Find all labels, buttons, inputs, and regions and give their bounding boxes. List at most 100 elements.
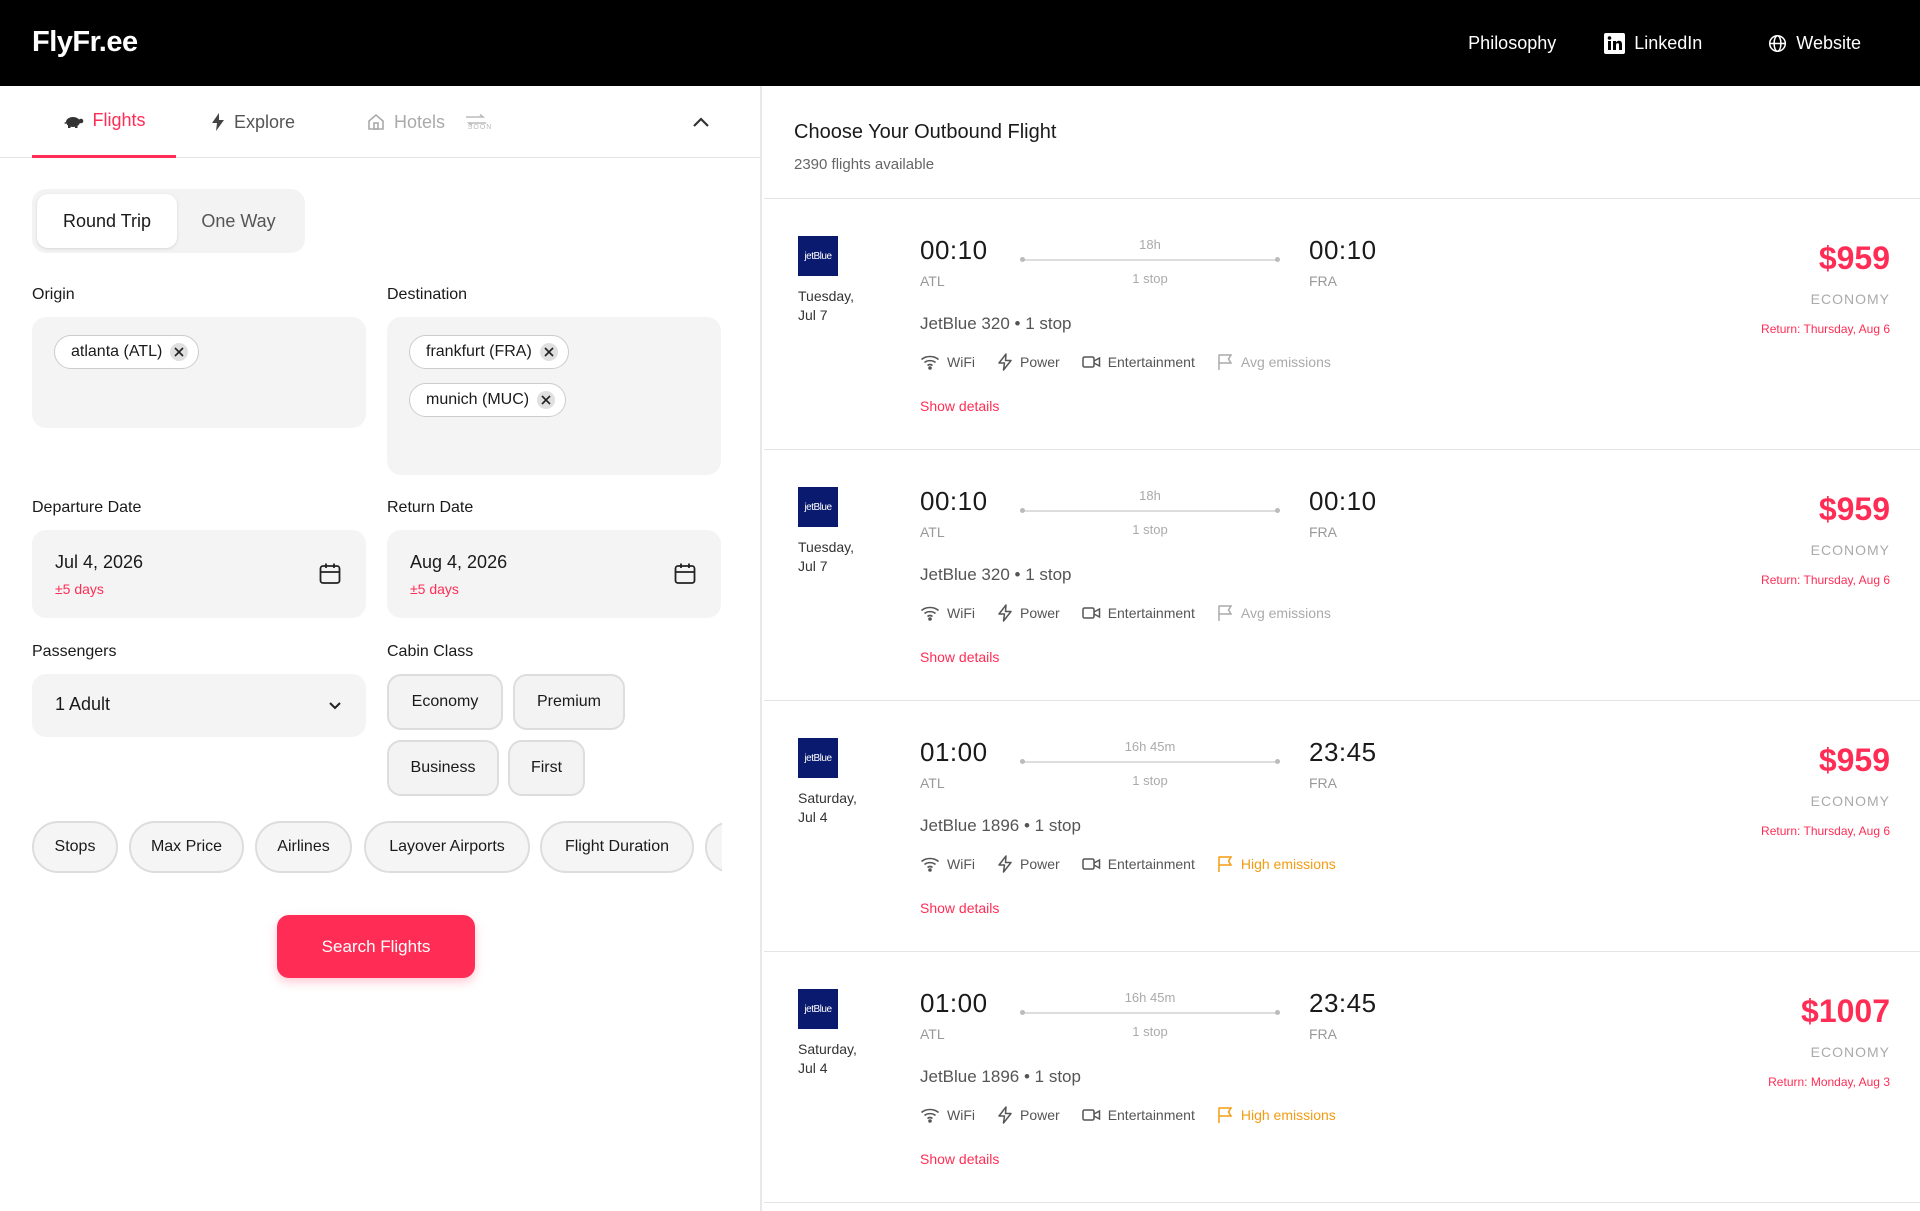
flight-card[interactable]: jetBlue Tuesday, Jul 7 00:10 ATL 18h 1 st… xyxy=(764,450,1920,701)
search-flights-button[interactable]: Search Flights xyxy=(277,915,475,978)
departure-date-value: Jul 4, 2026 xyxy=(55,552,144,572)
route-line xyxy=(1020,1010,1280,1015)
tab-explore-label: Explore xyxy=(234,111,296,132)
filter-more-button[interactable] xyxy=(705,821,722,873)
lightning-icon xyxy=(212,113,224,131)
destination-chip: frankfurt (FRA) xyxy=(409,335,569,369)
flight-number: JetBlue 1896 • 1 stop xyxy=(920,816,1081,835)
cabin-business-button[interactable]: Business xyxy=(387,740,499,796)
show-details-link[interactable]: Show details xyxy=(920,398,999,414)
airline-logo: jetBlue xyxy=(798,236,838,276)
return-date-field[interactable]: Aug 4, 2026 ±5 days xyxy=(387,530,721,618)
nav-linkedin-label: LinkedIn xyxy=(1634,32,1703,53)
stops-count: 1 stop xyxy=(1132,773,1168,788)
filter-flight-duration-button[interactable]: Flight Duration xyxy=(540,821,694,873)
return-date-flex: ±5 days xyxy=(410,581,459,597)
departure-date-label: Departure Date xyxy=(32,499,142,516)
arrival-time: 23:45 xyxy=(1309,737,1377,767)
lightning-icon xyxy=(998,1106,1012,1124)
cabin-class-label: ECONOMY xyxy=(1810,542,1890,558)
filter-layover-airports-button[interactable]: Layover Airports xyxy=(364,821,530,873)
filter-airlines-button[interactable]: Airlines xyxy=(255,821,352,873)
departure-date-field[interactable]: Jul 4, 2026 ±5 days xyxy=(32,530,366,618)
flight-price: $959 xyxy=(1818,240,1890,276)
destination-chip-label: frankfurt (FRA) xyxy=(426,343,532,360)
amenity-entertainment: Entertainment xyxy=(1081,605,1195,621)
cabin-economy-button[interactable]: Economy xyxy=(387,674,503,730)
nav-website-label: Website xyxy=(1796,32,1861,53)
globe-icon xyxy=(1769,34,1787,52)
route-line xyxy=(1020,257,1280,262)
results-count: 2390 flights available xyxy=(794,156,935,173)
departure-time: 00:10 xyxy=(920,235,988,265)
flag-icon xyxy=(1218,354,1233,370)
departure-time: 01:00 xyxy=(920,737,988,767)
collapse-chevron-up-icon[interactable] xyxy=(688,109,714,135)
one-way-button[interactable]: One Way xyxy=(177,194,300,248)
remove-chip-close-icon[interactable] xyxy=(537,391,556,409)
calendar-icon[interactable] xyxy=(318,562,342,586)
cabin-premium-button[interactable]: Premium xyxy=(513,674,625,730)
filter-stops-button[interactable]: Stops xyxy=(32,821,118,873)
flight-date: Saturday, Jul 4 xyxy=(798,1041,857,1076)
destination-field[interactable]: frankfurt (FRA) munich (MUC) xyxy=(387,317,721,475)
lightning-icon xyxy=(998,855,1012,873)
passengers-value: 1 Adult xyxy=(55,694,111,714)
cabin-class-label: Cabin Class xyxy=(387,643,474,660)
remove-chip-close-icon[interactable] xyxy=(539,343,558,361)
top-header: FlyFr.ee Philosophy LinkedIn Website xyxy=(0,0,1920,86)
flight-duration: 16h 45m xyxy=(1124,739,1176,754)
arrival-airport: FRA xyxy=(1309,1026,1337,1042)
nav-linkedin-link[interactable]: LinkedIn xyxy=(1604,32,1703,54)
calendar-icon[interactable] xyxy=(673,562,697,586)
airline-logo: jetBlue xyxy=(798,989,838,1029)
passengers-select[interactable]: 1 Adult xyxy=(32,674,366,737)
route-line xyxy=(1020,759,1280,764)
flight-card[interactable]: jetBlue Saturday, Jul 4 01:00 ATL 16h 45m… xyxy=(764,701,1920,952)
wifi-icon xyxy=(920,355,940,370)
flight-number: JetBlue 1896 • 1 stop xyxy=(920,1067,1081,1086)
emissions-indicator: Avg emissions xyxy=(1217,353,1331,371)
filter-max-price-button[interactable]: Max Price xyxy=(129,821,244,873)
app-logo[interactable]: FlyFr.ee xyxy=(32,26,138,59)
stops-count: 1 stop xyxy=(1132,271,1168,286)
passengers-label: Passengers xyxy=(32,643,117,660)
flight-date: Tuesday, Jul 7 xyxy=(798,539,855,574)
arrival-time: 00:10 xyxy=(1309,235,1377,265)
video-camera-icon xyxy=(1081,858,1100,870)
flight-date: Tuesday, Jul 7 xyxy=(798,288,855,323)
flight-duration: 16h 45m xyxy=(1124,990,1176,1005)
emissions-indicator: Avg emissions xyxy=(1217,604,1331,622)
origin-field[interactable]: atlanta (ATL) xyxy=(32,317,366,428)
departure-airport: ATL xyxy=(920,775,945,791)
search-tabs: Flights Explore Hotels SOON xyxy=(0,86,760,158)
tab-flights[interactable]: Flights xyxy=(32,86,176,158)
show-details-link[interactable]: Show details xyxy=(920,1151,999,1167)
lightning-icon xyxy=(998,353,1012,371)
stops-count: 1 stop xyxy=(1132,1024,1168,1039)
amenities-row: WiFi Power Entertainment High emissions xyxy=(920,855,1358,873)
remove-chip-close-icon[interactable] xyxy=(170,343,189,361)
flight-number: JetBlue 320 • 1 stop xyxy=(920,314,1072,333)
amenity-power: Power xyxy=(997,353,1060,371)
flag-icon xyxy=(1218,1107,1233,1123)
return-date-label: Return Date xyxy=(387,499,474,516)
cabin-first-button[interactable]: First xyxy=(508,740,585,796)
show-details-link[interactable]: Show details xyxy=(920,900,999,916)
origin-label: Origin xyxy=(32,286,75,303)
tab-explore[interactable]: Explore xyxy=(210,86,295,158)
flight-card[interactable]: jetBlue Saturday, Jul 4 01:00 ATL 16h 45m… xyxy=(764,952,1920,1203)
home-icon xyxy=(368,113,384,130)
results-title: Choose Your Outbound Flight xyxy=(794,121,1057,143)
nav-website-link[interactable]: Website xyxy=(1768,33,1861,54)
tab-flights-label: Flights xyxy=(92,110,146,130)
video-camera-icon xyxy=(1081,1109,1100,1121)
header-nav: Philosophy LinkedIn Website xyxy=(1468,0,1861,86)
nav-philosophy-link[interactable]: Philosophy xyxy=(1468,33,1556,54)
destination-chip-label: munich (MUC) xyxy=(426,391,530,408)
amenities-row: WiFi Power Entertainment High emissions xyxy=(920,1106,1358,1124)
flight-card[interactable]: jetBlue Tuesday, Jul 7 00:10 ATL 18h 1 st… xyxy=(764,199,1920,450)
show-details-link[interactable]: Show details xyxy=(920,649,999,665)
cabin-class-label: ECONOMY xyxy=(1810,291,1890,307)
round-trip-button[interactable]: Round Trip xyxy=(37,194,177,248)
